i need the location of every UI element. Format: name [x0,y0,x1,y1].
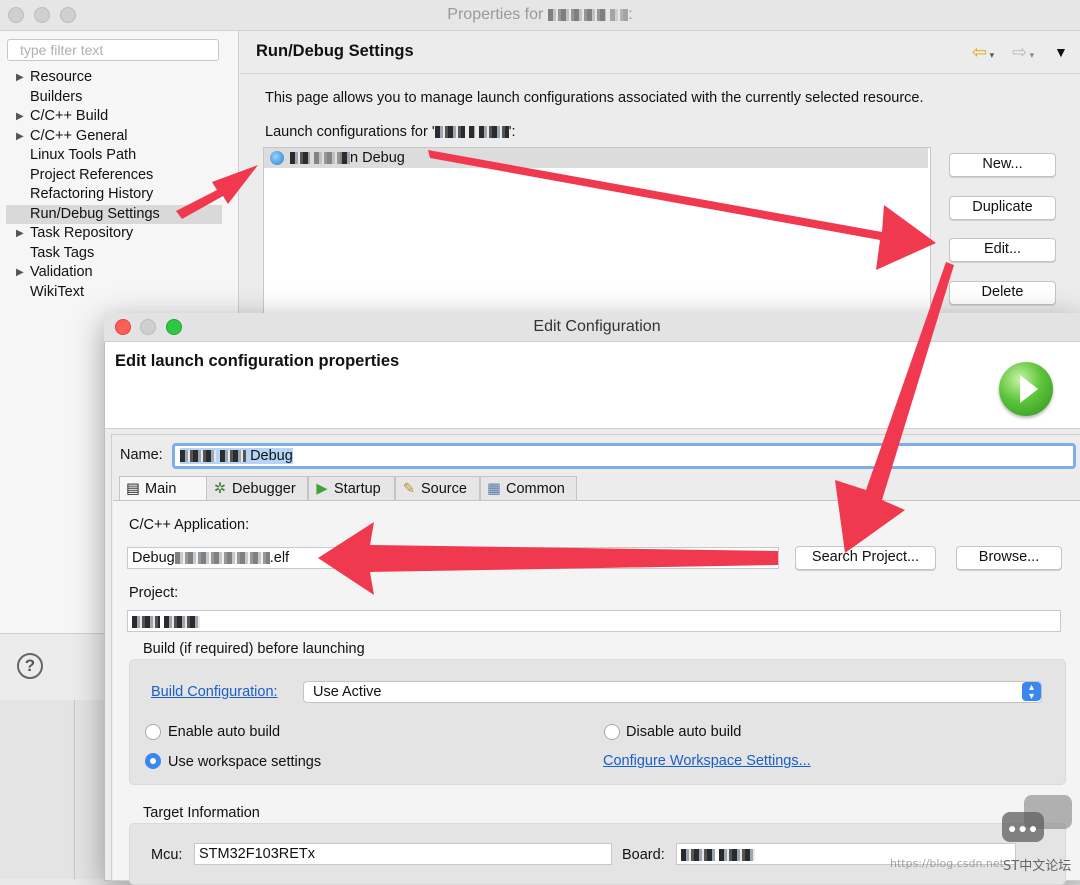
sidebar-item-resource[interactable]: ▶ Resource [6,68,222,87]
sidebar-item-label: Project References [30,166,154,183]
divider [240,73,1080,74]
tab-debugger[interactable]: ✲ Debugger [206,476,308,500]
sidebar-item-refactoring-history[interactable]: Refactoring History [6,185,222,204]
run-icon [999,362,1053,416]
build-configuration-link[interactable]: Build Configuration: [151,684,278,700]
duplicate-button[interactable]: Duplicate [949,196,1056,220]
sidebar-item-project-references[interactable]: Project References [6,166,222,185]
disable-auto-build-label[interactable]: Disable auto build [626,724,741,740]
background-window [0,700,104,879]
enable-auto-build-radio[interactable] [145,724,161,740]
application-field[interactable]: Debug .elf [127,547,779,569]
build-configuration-select[interactable]: Use Active [303,681,1042,703]
launch-configurations-label: Launch configurations for ' ': [265,124,516,140]
tab-common[interactable]: ▦ Common [480,476,577,500]
view-menu-icon[interactable]: ▼ [1054,44,1068,60]
sidebar-item-c-c-general[interactable]: ▶ C/C++ General [6,127,222,146]
bug-icon: ✲ [213,481,227,497]
sidebar-item-validation[interactable]: ▶ Validation [6,263,222,282]
target-information-label: Target Information [143,805,260,821]
page-description: This page allows you to manage launch co… [265,90,924,106]
mcu-field[interactable]: STM32F103RETx [194,843,612,865]
dialog-title: Edit Configuration [533,318,661,335]
name-field[interactable]: Debug [172,443,1076,469]
dots-icon: ●●● [1008,820,1040,836]
sidebar-item-label: Validation [30,264,93,280]
mcu-label: Mcu: [151,847,183,863]
name-label: Name: [120,447,163,463]
help-area [0,633,104,701]
help-icon[interactable]: ? [17,653,43,679]
back-arrow-icon[interactable]: ⇦ ▾ [972,42,994,63]
watermark-url: https://blog.csdn.net [890,857,1004,870]
sidebar-item-label: WikiText [30,283,84,300]
launch-config-label[interactable]: n Debug [290,150,405,166]
sidebar-item-run-debug-settings[interactable]: Run/Debug Settings [6,204,222,224]
build-group-label: Build (if required) before launching [143,641,365,657]
properties-title: Properties for : [447,6,633,23]
sidebar-item-label: Refactoring History [30,186,154,202]
sidebar-item-label: Linux Tools Path [30,147,137,163]
dialog-heading: Edit launch configuration properties [115,352,400,370]
tab-source[interactable]: ✎ Source [395,476,480,500]
browse-button[interactable]: Browse... [956,546,1062,570]
sidebar-item-label: Run/Debug Settings [30,205,160,222]
divider [74,700,75,879]
expand-arrow-icon[interactable]: ▶ [16,224,24,243]
sidebar-item-label: Resource [30,69,93,85]
use-workspace-settings-label[interactable]: Use workspace settings [168,754,321,770]
sidebar-item-task-tags[interactable]: Task Tags [6,244,222,263]
delete-button[interactable]: Delete [949,281,1056,305]
search-project-button[interactable]: Search Project... [795,546,936,570]
watermark-site: ST中文论坛 [1003,859,1072,874]
sidebar-item-label: C/C++ Build [30,108,109,124]
expand-arrow-icon[interactable]: ▶ [16,107,24,126]
expand-arrow-icon[interactable]: ▶ [16,263,24,282]
sidebar-item-label: C/C++ General [30,127,128,144]
tab-main[interactable]: ▤ Main [119,476,207,502]
sidebar-item-task-repository[interactable]: ▶ Task Repository [6,224,222,243]
sidebar-item-builders[interactable]: Builders [6,88,222,107]
forward-arrow-icon[interactable]: ⇨ ▾ [1012,42,1034,63]
page-title: Run/Debug Settings [256,42,414,60]
disable-auto-build-radio[interactable] [604,724,620,740]
expand-arrow-icon[interactable]: ▶ [16,68,24,87]
sidebar-item-linux-tools-path[interactable]: Linux Tools Path [6,146,222,165]
sidebar-item-label: Builders [30,88,83,105]
project-field[interactable] [127,610,1061,632]
tab-startup[interactable]: ▶ Startup [308,476,395,500]
sidebar-item-wikitext[interactable]: WikiText [6,283,222,302]
edit-button[interactable]: Edit... [949,238,1056,262]
sidebar-item-label: Task Tags [30,244,95,261]
project-label: Project: [129,585,179,601]
application-label: C/C++ Application: [129,517,250,533]
launch-config-icon [270,151,284,165]
select-arrows-icon[interactable]: ▴ ▾ [1022,682,1041,702]
document-icon: ▤ [126,481,140,497]
enable-auto-build-label[interactable]: Enable auto build [168,724,280,740]
new-button[interactable]: New... [949,153,1056,177]
redacted-project-name [547,8,606,21]
table-icon: ▦ [487,481,501,497]
sidebar-item-c-c-build[interactable]: ▶ C/C++ Build [6,107,222,126]
launch-config-list[interactable] [263,147,931,315]
use-workspace-settings-radio[interactable] [145,753,161,769]
sidebar-item-label: Task Repository [30,225,134,241]
board-label: Board: [622,847,665,863]
play-icon: ▶ [316,481,328,497]
source-icon: ✎ [402,481,416,497]
filter-input[interactable] [7,39,219,61]
expand-arrow-icon[interactable]: ▶ [16,127,24,146]
configure-workspace-settings-link[interactable]: Configure Workspace Settings... [603,753,811,769]
